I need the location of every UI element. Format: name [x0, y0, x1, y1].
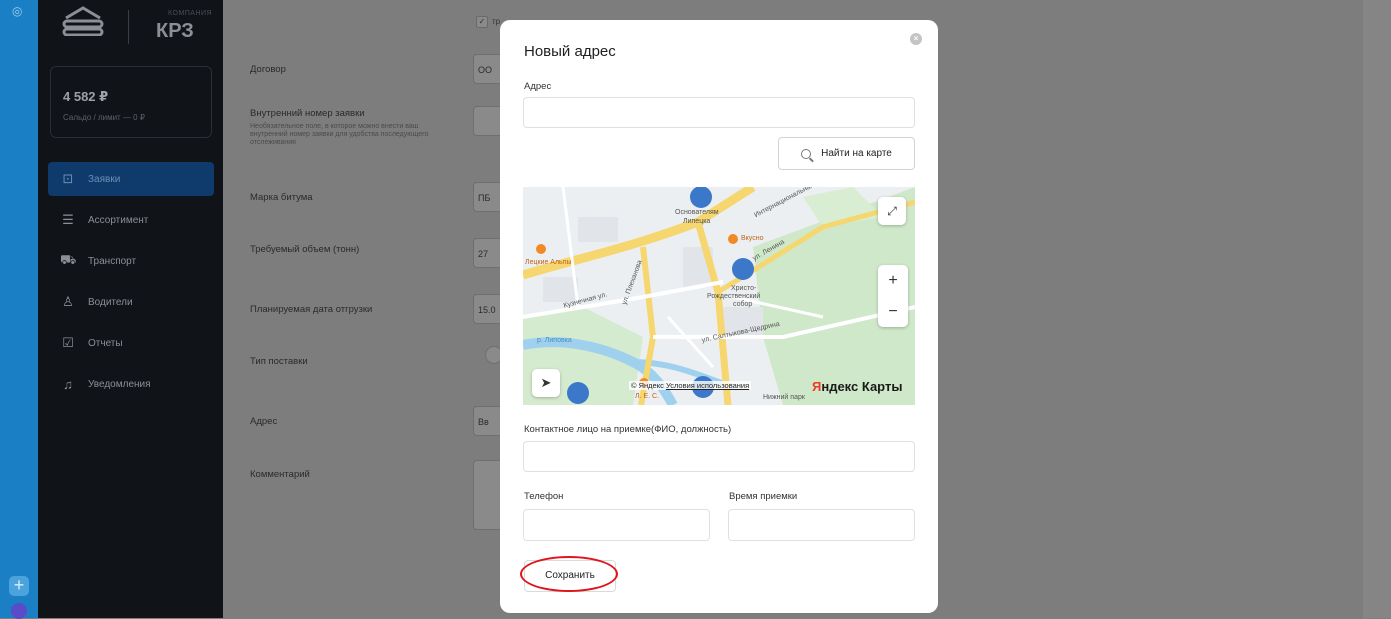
- balance-subtitle: Сальдо / лимит — 0 ₽: [63, 113, 145, 122]
- date-label: Планируемая дата отгрузки: [250, 304, 373, 315]
- sidebar-item-requests[interactable]: ⊡ Заявки: [48, 162, 214, 196]
- delivery-type-label: Тип поставки: [250, 356, 308, 367]
- map-attribution: © Яндекс Условия использования: [629, 381, 752, 390]
- date-input[interactable]: 15.0: [473, 294, 503, 324]
- search-icon: [801, 148, 812, 159]
- map-label-khristo-3: собор: [733, 301, 753, 308]
- yandex-logo-letter: Я: [812, 379, 822, 394]
- checkbox-label: тр: [492, 17, 501, 26]
- map-label-vkusno: Вкусно: [741, 235, 764, 242]
- sidebar-item-transport[interactable]: ⛟ Транспорт: [48, 244, 214, 278]
- requests-icon: ⊡: [62, 171, 74, 186]
- map-label-khristo-2: Рождественский: [707, 293, 761, 300]
- contact-label: Контактное лицо на приемке(ФИО, должност…: [524, 424, 732, 435]
- volume-input[interactable]: 27: [473, 238, 503, 268]
- sidebar-item-label: Транспорт: [88, 255, 137, 267]
- sidebar-item-label: Заявки: [88, 173, 121, 185]
- internal-number-hint: Необязательное поле, в которое можно вне…: [250, 123, 429, 146]
- zoom-in-button[interactable]: +: [878, 265, 908, 296]
- phone-label: Телефон: [524, 491, 564, 502]
- logo[interactable]: КОМПАНИЯ КРЗ: [50, 0, 220, 50]
- sidebar-item-label: Отчеты: [88, 337, 123, 349]
- geolocation-icon[interactable]: ➤: [532, 369, 560, 397]
- bitumen-select[interactable]: ПБ: [473, 182, 503, 212]
- brand-name: КРЗ: [156, 20, 194, 42]
- bitumen-label: Марка битума: [250, 192, 313, 203]
- yandex-logo-text: ндекс Карты: [821, 379, 903, 394]
- address-label: Адрес: [250, 416, 278, 427]
- sidebar-nav: ⊡ Заявки ☰ Ассортимент ⛟ Транспорт ♙ Вод…: [48, 162, 214, 408]
- time-label: Время приемки: [729, 491, 798, 502]
- sidebar: КОМПАНИЯ КРЗ 4 582 ₽ Сальдо / лимит — 0 …: [38, 0, 223, 618]
- drivers-icon: ♙: [62, 294, 74, 309]
- map-label-lipovka: р. Липовка: [537, 337, 572, 344]
- find-on-map-label: Найти на карте: [821, 148, 892, 159]
- sidebar-item-label: Уведомления: [88, 378, 151, 390]
- sidebar-item-assortment[interactable]: ☰ Ассортимент: [48, 203, 214, 237]
- zoom-out-button[interactable]: −: [878, 296, 908, 327]
- sidebar-item-notifications[interactable]: ♫ Уведомления: [48, 367, 214, 401]
- form-checkbox[interactable]: ✓: [476, 16, 488, 28]
- internal-number-input[interactable]: [473, 106, 503, 136]
- close-icon[interactable]: ×: [910, 33, 922, 45]
- map-label-founders: Основателям: [675, 209, 719, 216]
- address-input[interactable]: Вв: [473, 406, 503, 436]
- new-address-modal: × Новый адрес Адрес Найти на карте Основ…: [500, 20, 938, 613]
- logo-divider: [128, 10, 129, 44]
- address-field[interactable]: [523, 97, 915, 128]
- app-switcher-strip: ◎ +: [0, 0, 38, 619]
- internal-number-label: Внутренний номер заявки: [250, 108, 365, 119]
- sidebar-item-reports[interactable]: ☑ Отчеты: [48, 326, 214, 360]
- map-label-park: Нижний парк: [763, 394, 805, 401]
- reports-icon: ☑: [62, 335, 74, 350]
- map-label-les: Л. Е. С.: [635, 393, 660, 400]
- scroll-gutter: [1363, 0, 1391, 618]
- truck-icon: ⛟: [60, 252, 77, 267]
- chat-bubble-icon[interactable]: [11, 603, 27, 619]
- address-field-label: Адрес: [524, 81, 552, 92]
- phone-field[interactable]: [523, 509, 710, 541]
- map-label-khristo-1: Христо-: [731, 285, 757, 292]
- fullscreen-icon[interactable]: ⤢: [878, 197, 906, 225]
- camera-icon[interactable]: ◎: [12, 4, 22, 18]
- contact-field[interactable]: [523, 441, 915, 472]
- logo-mark-icon: [62, 6, 104, 36]
- comment-label: Комментарий: [250, 469, 310, 480]
- modal-title: Новый адрес: [524, 43, 616, 60]
- sidebar-item-drivers[interactable]: ♙ Водители: [48, 285, 214, 319]
- bell-icon: ♫: [63, 376, 73, 392]
- save-button[interactable]: Сохранить: [524, 560, 616, 592]
- assortment-icon: ☰: [62, 212, 74, 227]
- add-icon[interactable]: +: [9, 576, 29, 596]
- yandex-map[interactable]: Основателям Липецка Вкусно Лецкие Альпы …: [523, 187, 915, 405]
- volume-label: Требуемый объем (тонн): [250, 244, 360, 255]
- map-label-lipetsk: Липецка: [683, 218, 711, 225]
- contract-select[interactable]: ОО: [473, 54, 503, 84]
- yandex-maps-logo[interactable]: Яндекс Карты: [812, 379, 902, 394]
- company-label: КОМПАНИЯ: [168, 10, 213, 17]
- balance-card: 4 582 ₽ Сальдо / лимит — 0 ₽: [50, 66, 212, 138]
- sidebar-item-label: Водители: [88, 296, 133, 308]
- attribution-prefix: © Яндекс: [631, 381, 664, 390]
- map-label-alps: Лецкие Альпы: [525, 259, 572, 266]
- zoom-control: + −: [878, 265, 908, 327]
- time-field[interactable]: [728, 509, 915, 541]
- terms-link[interactable]: Условия использования: [666, 381, 749, 390]
- balance-amount: 4 582 ₽: [63, 89, 109, 104]
- sidebar-item-label: Ассортимент: [88, 214, 149, 226]
- comment-textarea[interactable]: [473, 460, 503, 530]
- find-on-map-button[interactable]: Найти на карте: [778, 137, 915, 170]
- contract-label: Договор: [250, 64, 286, 75]
